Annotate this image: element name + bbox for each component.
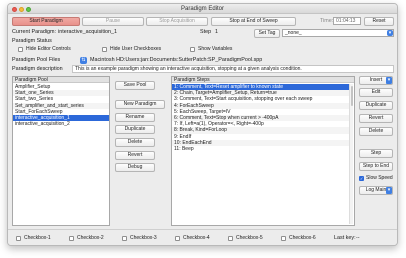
window-title: Paradigm Editor [180, 6, 225, 12]
save-pool-button[interactable]: Save Pool [115, 81, 155, 90]
revert-step-button[interactable]: Revert [359, 114, 393, 123]
current-paradigm-value: interactive_acquisition_1 [58, 29, 118, 35]
hide-user-checkboxes-checkbox[interactable]: Hide User Checkboxes [102, 46, 182, 53]
pause-button[interactable]: Pause [82, 17, 144, 26]
step-to-end-button[interactable]: Step to End [359, 162, 393, 171]
show-variables-checkbox[interactable]: Show Variables [190, 46, 250, 53]
title-bar: Paradigm Editor [8, 4, 397, 14]
chevron-down-icon: ▾ [386, 77, 392, 84]
slow-speed-label: Slow Speed [366, 175, 393, 181]
user-checkbox-label: Checkbox-1 [24, 235, 51, 241]
insert-label: Insert [369, 77, 383, 83]
checkbox-box[interactable] [175, 236, 180, 241]
paradigm-steps-list[interactable]: Paradigm Steps 1: Comment, Text=Reset am… [171, 76, 355, 226]
pool-file-popup[interactable]: ⇅ [80, 57, 87, 64]
start-paradigm-button[interactable]: Start Paradigm [12, 17, 80, 26]
steps-scrollbar[interactable] [349, 84, 353, 224]
log-main-label: Log Main [365, 187, 387, 193]
paradigm-status-label: Paradigm Status [12, 38, 52, 44]
hide-user-checkboxes-label: Hide User Checkboxes [110, 46, 162, 52]
stop-acquisition-button[interactable]: Stop Acquisition [146, 17, 208, 26]
user-checkbox-5[interactable]: Checkbox-5 [228, 235, 276, 242]
user-checkbox-label: Checkbox-4 [183, 235, 210, 241]
step-label: Step [200, 29, 212, 35]
time-display: 01:04:13 [333, 17, 361, 25]
step-button[interactable]: Step [359, 149, 393, 158]
checkbox-box[interactable] [190, 47, 195, 52]
log-main-popup[interactable]: Log Main ▾ [359, 186, 393, 195]
user-checkbox-label: Checkbox-2 [77, 235, 104, 241]
current-paradigm-label: Current Paradigm: [12, 29, 57, 35]
tag-select-value: _none_ [285, 30, 302, 36]
last-key-label: Last key: [334, 235, 356, 241]
reset-button[interactable]: Reset [364, 17, 394, 26]
duplicate-paradigm-button[interactable]: Duplicate [115, 125, 155, 134]
rename-button[interactable]: Rename [115, 113, 155, 122]
description-label: Paradigm description [12, 66, 63, 72]
user-checkbox-1[interactable]: Checkbox-1 [16, 235, 64, 242]
user-checkbox-6[interactable]: Checkbox-6 [281, 235, 329, 242]
checkbox-box[interactable] [69, 236, 74, 241]
description-field[interactable]: This is an example paradigm showing an i… [72, 65, 394, 73]
time-label: Time: [320, 18, 334, 24]
checkbox-box[interactable] [18, 47, 23, 52]
edit-step-button[interactable]: Edit [359, 88, 393, 97]
delete-paradigm-button[interactable]: Delete [115, 138, 155, 147]
show-variables-label: Show Variables [198, 46, 233, 52]
debug-button[interactable]: Debug [115, 163, 155, 172]
step-items: 1: Comment, Text=Reset amplifier to know… [172, 84, 349, 152]
set-tag-button[interactable]: Set Tag [254, 29, 280, 38]
last-key-value: -- [356, 235, 360, 241]
user-checkbox-label: Checkbox-3 [130, 235, 157, 241]
pool-list-header: Paradigm Pool [13, 77, 109, 83]
hide-editor-controls-checkbox[interactable]: Hide Editor Controls [18, 46, 93, 53]
user-checkbox-3[interactable]: Checkbox-3 [122, 235, 170, 242]
checkmark-icon[interactable]: ✓ [359, 176, 364, 181]
user-checkbox-2[interactable]: Checkbox-2 [69, 235, 117, 242]
tag-select[interactable]: _none_ ▾ [282, 29, 394, 37]
duplicate-step-button[interactable]: Duplicate [359, 101, 393, 110]
chevron-down-icon: ▾ [387, 30, 393, 36]
scrollbar-thumb[interactable] [351, 86, 353, 106]
pool-list-item[interactable]: interactive_acquisition_2 [13, 121, 109, 127]
user-checkbox-label: Checkbox-6 [289, 235, 316, 241]
pool-file-path: Macintosh HD:Users:jan:Documents:SutterP… [90, 57, 263, 63]
user-checkbox-bar: Checkbox-1 Checkbox-2 Checkbox-3 Checkbox-4… [8, 229, 397, 245]
step-list-item[interactable]: 11: Beep [172, 146, 349, 152]
hide-editor-controls-label: Hide Editor Controls [26, 46, 71, 52]
revert-paradigm-button[interactable]: Revert [115, 151, 155, 160]
pool-items: Amplifier_Setup Start_one_Series Start_two… [13, 84, 109, 127]
new-paradigm-button[interactable]: New Paradigm [115, 100, 165, 109]
steps-list-header: Paradigm Steps [172, 77, 354, 83]
paradigm-pool-list[interactable]: Paradigm Pool Amplifier_Setup Start_one_S… [12, 76, 110, 226]
checkbox-box[interactable] [122, 236, 127, 241]
checkbox-box[interactable] [102, 47, 107, 52]
user-checkbox-4[interactable]: Checkbox-4 [175, 235, 223, 242]
checkbox-box[interactable] [228, 236, 233, 241]
pool-file-label: Paradigm Pool Files [12, 57, 61, 63]
checkbox-box[interactable] [281, 236, 286, 241]
insert-step-popup[interactable]: Insert ▾ [359, 76, 393, 85]
step-value: 1 [215, 29, 218, 35]
delete-step-button[interactable]: Delete [359, 127, 393, 136]
slow-speed-checkbox[interactable]: ✓ Slow Speed [359, 175, 395, 182]
stop-end-of-sweep-button[interactable]: Stop at End of Sweep [211, 17, 296, 26]
checkbox-box[interactable] [16, 236, 21, 241]
paradigm-editor-window: Paradigm Editor Start Paradigm Pause Sto… [7, 3, 398, 246]
chevron-down-icon: ▾ [386, 187, 392, 194]
user-checkbox-label: Checkbox-5 [236, 235, 263, 241]
